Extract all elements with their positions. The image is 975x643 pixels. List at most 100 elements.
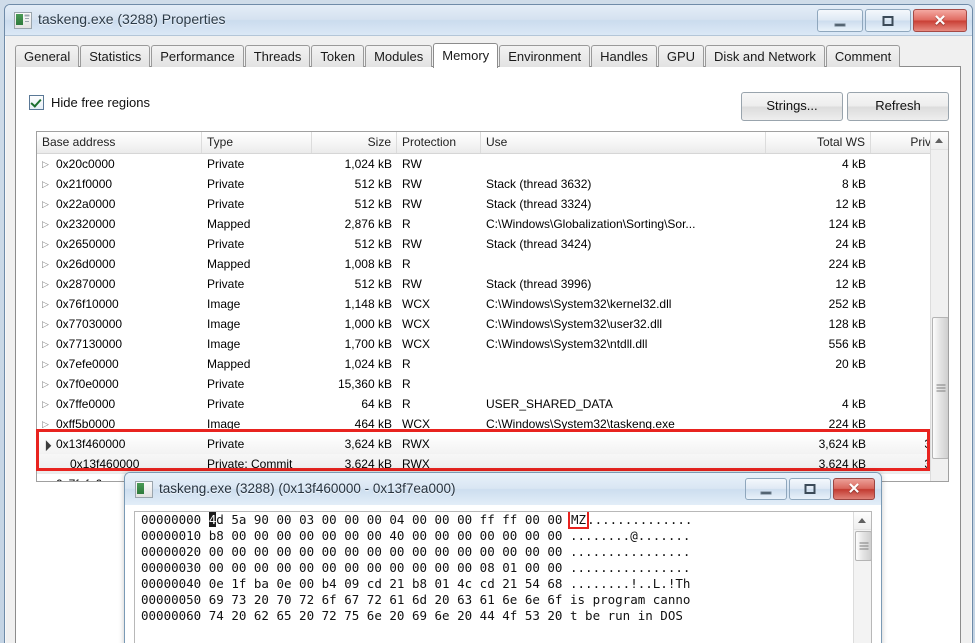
cell-total-ws: 20 kB bbox=[835, 357, 866, 371]
cell-use: Stack (thread 3996) bbox=[486, 277, 592, 291]
tab-statistics[interactable]: Statistics bbox=[80, 45, 151, 67]
table-row[interactable]: ▷ 0x22a0000 Private 512 kB RW Stack (thread 3… bbox=[37, 194, 948, 214]
cell-size: 512 kB bbox=[354, 177, 392, 191]
close-button[interactable]: ✕ bbox=[913, 9, 967, 32]
hex-close-button[interactable]: ✕ bbox=[833, 478, 875, 500]
cell-address: ▷ 0xff5b0000 bbox=[37, 414, 202, 434]
table-row[interactable]: ▷ 0x7f0e0000 Private 15,360 kB R bbox=[37, 374, 948, 394]
expander-closed-icon[interactable]: ▷ bbox=[42, 234, 53, 254]
minimize-button[interactable] bbox=[817, 9, 863, 32]
tab-modules[interactable]: Modules bbox=[365, 45, 433, 67]
cell-size: 1,148 kB bbox=[344, 297, 392, 311]
expander-closed-icon[interactable]: ▷ bbox=[42, 194, 53, 214]
cell-use: USER_SHARED_DATA bbox=[486, 397, 613, 411]
cell-protection: R bbox=[402, 377, 411, 391]
cell-use bbox=[481, 434, 766, 454]
expander-closed-icon[interactable]: ▷ bbox=[42, 334, 53, 354]
cell-address: ▷ 0x2650000 bbox=[37, 234, 202, 254]
app-window-icon bbox=[14, 12, 32, 29]
refresh-button[interactable]: Refresh bbox=[847, 92, 949, 121]
table-row[interactable]: ▷ 0x7ffe0000 Private 64 kB R USER_SHARED_DATA… bbox=[37, 394, 948, 414]
cell-address: ◢ 0x13f460000 bbox=[37, 434, 202, 454]
screen: taskeng.exe (3288) Properties ✕ General S… bbox=[0, 0, 975, 643]
table-row[interactable]: ▷ 0xff5b0000 Image 464 kB WCX C:\Windows\Syst… bbox=[37, 414, 948, 434]
tab-gpu[interactable]: GPU bbox=[657, 45, 705, 67]
window-titlebar[interactable]: taskeng.exe (3288) Properties ✕ bbox=[5, 5, 972, 36]
tab-general[interactable]: General bbox=[15, 45, 80, 67]
table-row[interactable]: ▷ 0x77130000 Image 1,700 kB WCX C:\Windows\Sy… bbox=[37, 334, 948, 354]
table-row[interactable]: ▷ 0x76f10000 Image 1,148 kB WCX C:\Windows\Sy… bbox=[37, 294, 948, 314]
expander-closed-icon[interactable]: ▷ bbox=[42, 274, 53, 294]
column-header-type[interactable]: Type bbox=[202, 132, 312, 153]
expander-closed-icon[interactable]: ▷ bbox=[42, 374, 53, 394]
hex-vertical-scrollbar[interactable] bbox=[853, 512, 871, 643]
expander-closed-icon[interactable]: ▷ bbox=[42, 354, 53, 374]
hex-view[interactable]: 00000000 4d 5a 90 00 03 00 00 00 04 00 0… bbox=[134, 511, 872, 643]
expander-closed-icon[interactable]: ▷ bbox=[42, 214, 53, 234]
table-row[interactable]: ▷ 0x2320000 Mapped 2,876 kB R C:\Windows\Glob… bbox=[37, 214, 948, 234]
table-row[interactable]: ▷ 0x20c0000 Private 1,024 kB RW 4 kB bbox=[37, 154, 948, 174]
hex-window-titlebar[interactable]: taskeng.exe (3288) (0x13f460000 - 0x13f7… bbox=[125, 473, 881, 506]
list-header[interactable]: Base address Type Size Protection Use Total W… bbox=[37, 132, 948, 154]
list-body[interactable]: ▷ 0x20c0000 Private 1,024 kB RW 4 kB ▷ 0x21f000… bbox=[37, 154, 948, 481]
tab-token[interactable]: Token bbox=[311, 45, 365, 67]
hex-scrollbar-thumb[interactable] bbox=[855, 531, 871, 561]
strings-button[interactable]: Strings... bbox=[741, 92, 843, 121]
table-row[interactable]: ▷ 0x2650000 Private 512 kB RW Stack (thread 3… bbox=[37, 234, 948, 254]
expander-closed-icon[interactable]: ▷ bbox=[42, 294, 53, 314]
cell-size: 1,000 kB bbox=[344, 317, 392, 331]
cell-address: ▷ 0x7ffe0000 bbox=[37, 394, 202, 414]
expander-closed-icon[interactable]: ▷ bbox=[42, 314, 53, 334]
expander-closed-icon[interactable]: ▷ bbox=[42, 414, 53, 434]
cell-address: ▷ 0x7efe0000 bbox=[37, 354, 202, 374]
table-row[interactable]: 0x13f460000 Private: Commit 3,624 kB RWX 3,6… bbox=[37, 454, 948, 474]
table-row[interactable]: ▷ 0x77030000 Image 1,000 kB WCX C:\Windows\Sy… bbox=[37, 314, 948, 334]
column-header-address[interactable]: Base address bbox=[37, 132, 202, 153]
cell-size: 512 kB bbox=[354, 277, 392, 291]
memory-regions-list[interactable]: Base address Type Size Protection Use Total W… bbox=[36, 131, 949, 482]
tab-performance[interactable]: Performance bbox=[151, 45, 244, 67]
maximize-button[interactable] bbox=[865, 9, 911, 32]
expander-open-icon[interactable]: ◢ bbox=[37, 434, 58, 454]
table-row[interactable]: ▷ 0x21f0000 Private 512 kB RW Stack (thread 3… bbox=[37, 174, 948, 194]
table-row[interactable]: ▷ 0x26d0000 Mapped 1,008 kB R 224 kB bbox=[37, 254, 948, 274]
expander-closed-icon[interactable]: ▷ bbox=[42, 394, 53, 414]
hex-scroll-up-arrow-icon[interactable] bbox=[854, 512, 871, 530]
cell-protection: R bbox=[402, 397, 411, 411]
expander-closed-icon[interactable]: ▷ bbox=[42, 474, 53, 481]
column-header-size[interactable]: Size bbox=[312, 132, 397, 153]
cell-use: C:\Windows\System32\user32.dll bbox=[486, 317, 663, 331]
hex-maximize-button[interactable] bbox=[789, 478, 831, 500]
hex-minimize-button[interactable] bbox=[745, 478, 787, 500]
list-vertical-scrollbar[interactable] bbox=[930, 132, 948, 481]
tab-handles[interactable]: Handles bbox=[591, 45, 657, 67]
table-row[interactable]: ◢0x13f460000Private3,624 kBRWX3,624 kB3,… bbox=[37, 434, 948, 454]
hex-offset: 00000040 bbox=[141, 576, 202, 591]
cell-use bbox=[481, 354, 766, 374]
table-row[interactable]: ▷ 0x7efe0000 Mapped 1,024 kB R 20 kB bbox=[37, 354, 948, 374]
cell-address: ▷ 0x76f10000 bbox=[37, 294, 202, 314]
hex-offset: 00000050 bbox=[141, 592, 202, 607]
column-header-protection[interactable]: Protection bbox=[397, 132, 481, 153]
cell-protection: RW bbox=[402, 277, 422, 291]
expander-closed-icon[interactable]: ▷ bbox=[42, 154, 53, 174]
cell-total-ws: 224 kB bbox=[828, 417, 866, 431]
hide-free-regions-checkbox[interactable]: Hide free regions bbox=[29, 95, 150, 110]
expander-closed-icon[interactable]: ▷ bbox=[42, 174, 53, 194]
column-header-total-ws[interactable]: Total WS bbox=[766, 132, 871, 153]
cell-total-ws: 3,624 kB bbox=[818, 437, 866, 451]
cell-type: Private bbox=[207, 157, 245, 171]
scroll-up-arrow-icon[interactable] bbox=[931, 132, 948, 150]
expander-closed-icon[interactable]: ▷ bbox=[42, 254, 53, 274]
tab-memory[interactable]: Memory bbox=[433, 43, 499, 68]
column-header-use[interactable]: Use bbox=[481, 132, 766, 153]
scrollbar-thumb[interactable] bbox=[932, 317, 948, 459]
cell-protection: RW bbox=[402, 237, 422, 251]
cell-type: Private bbox=[207, 437, 245, 451]
tab-threads[interactable]: Threads bbox=[244, 45, 311, 67]
tab-comment[interactable]: Comment bbox=[825, 45, 901, 67]
table-row[interactable]: ▷ 0x2870000 Private 512 kB RW Stack (thread 3… bbox=[37, 274, 948, 294]
cell-type: Mapped bbox=[207, 357, 251, 371]
tab-disk-and-network[interactable]: Disk and Network bbox=[705, 45, 825, 67]
tab-environment[interactable]: Environment bbox=[499, 45, 591, 67]
